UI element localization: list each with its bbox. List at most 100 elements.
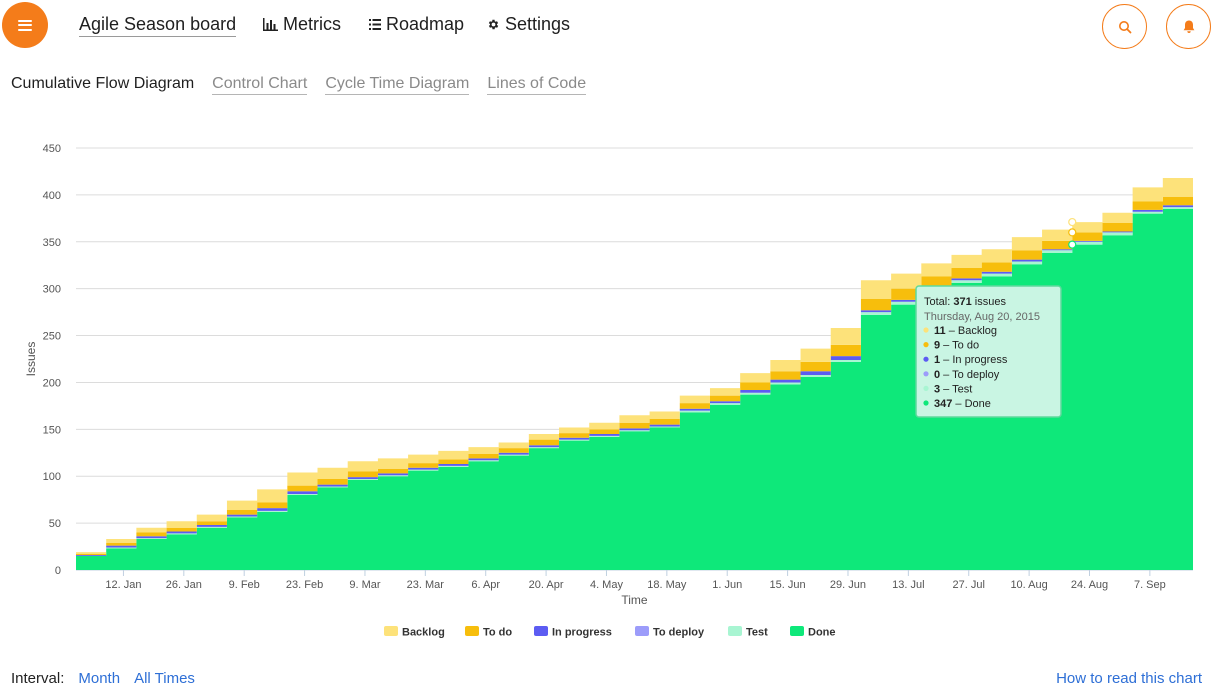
chart-tabs: Cumulative Flow Diagram Control Chart Cy… bbox=[11, 75, 587, 95]
nav-settings-label: Settings bbox=[505, 14, 571, 34]
y-tick-label: 0 bbox=[55, 565, 61, 577]
tooltip-row-dot bbox=[923, 327, 929, 333]
legend-label-done: Done bbox=[808, 627, 836, 639]
y-axis-label: Issues bbox=[24, 342, 38, 377]
x-tick-label: 1. Jun bbox=[712, 579, 742, 591]
tab-lines-of-code[interactable]: Lines of Code bbox=[487, 75, 587, 95]
nav-metrics[interactable]: Metrics bbox=[263, 14, 341, 35]
x-tick-label: 13. Jul bbox=[892, 579, 924, 591]
x-tick-label: 18. May bbox=[647, 579, 687, 591]
x-tick-label: 15. Jun bbox=[770, 579, 806, 591]
legend-swatch-backlog bbox=[384, 626, 398, 636]
y-tick-label: 100 bbox=[43, 471, 61, 483]
tooltip-row: 3 – Test bbox=[934, 383, 972, 395]
x-tick-label: 20. Apr bbox=[529, 579, 564, 591]
x-tick-label: 24. Aug bbox=[1071, 579, 1108, 591]
tooltip-row: 0 – To deploy bbox=[934, 369, 1000, 381]
legend-label-to-do: To do bbox=[483, 627, 512, 639]
x-tick-label: 23. Mar bbox=[407, 579, 445, 591]
bell-icon bbox=[1183, 20, 1194, 33]
y-tick-label: 150 bbox=[43, 424, 61, 436]
tooltip-marker bbox=[1068, 228, 1077, 237]
tooltip-row: 1 – In progress bbox=[934, 354, 1008, 366]
notifications-button[interactable] bbox=[1166, 4, 1211, 49]
tooltip-row-dot bbox=[923, 342, 929, 348]
legend-swatch-to-do bbox=[465, 626, 479, 636]
tab-cycle-time[interactable]: Cycle Time Diagram bbox=[325, 75, 470, 95]
y-tick-label: 450 bbox=[43, 143, 61, 155]
legend-label-in-progress: In progress bbox=[552, 627, 612, 639]
x-tick-label: 7. Sep bbox=[1134, 579, 1166, 591]
tooltip-row-dot bbox=[923, 385, 929, 391]
y-tick-label: 300 bbox=[43, 284, 61, 296]
tooltip-marker bbox=[1068, 240, 1077, 249]
tooltip-row: 9 – To do bbox=[934, 340, 979, 352]
tooltip-row-value: 347 bbox=[934, 398, 952, 410]
legend-label-to-deploy: To deploy bbox=[653, 627, 705, 639]
y-tick-label: 250 bbox=[43, 331, 61, 343]
tooltip-total-prefix: Total: bbox=[924, 296, 953, 308]
nav-board-label: Agile Season board bbox=[79, 14, 237, 34]
cumulative-flow-chart: 0 50 100 150 200 250 300 350 400 450 12. Jan 26. Ja… bbox=[24, 143, 1193, 639]
legend-label-test: Test bbox=[746, 627, 768, 639]
x-axis-label: Time bbox=[621, 593, 648, 607]
tab-cumulative-flow[interactable]: Cumulative Flow Diagram bbox=[11, 75, 194, 95]
x-tick-label: 26. Jan bbox=[166, 579, 202, 591]
tooltip-row-label: – In progress bbox=[940, 354, 1008, 366]
tooltip-row: 347 – Done bbox=[934, 398, 991, 410]
tooltip-row-label: – Test bbox=[940, 383, 972, 395]
nav-board[interactable]: Agile Season board bbox=[79, 14, 237, 37]
tooltip-row-label: – Backlog bbox=[946, 325, 997, 337]
tooltip-markers bbox=[1068, 217, 1077, 249]
tab-control-chart[interactable]: Control Chart bbox=[212, 75, 308, 95]
x-tick-label: 4. May bbox=[590, 579, 624, 591]
tooltip-row: 11 – Backlog bbox=[934, 325, 997, 337]
tooltip-row-label: – Done bbox=[952, 398, 991, 410]
x-tick-label: 23. Feb bbox=[286, 579, 323, 591]
search-button[interactable] bbox=[1102, 4, 1147, 49]
legend-swatch-in-progress bbox=[534, 626, 548, 636]
y-tick-label: 50 bbox=[49, 518, 61, 530]
x-tick-label: 6. Apr bbox=[471, 579, 500, 591]
nav-roadmap-label: Roadmap bbox=[386, 14, 465, 34]
menu-button[interactable] bbox=[2, 2, 48, 48]
legend: Backlog To do In progress To deploy Test Done bbox=[384, 626, 836, 639]
tooltip-row-label: – To do bbox=[940, 340, 979, 352]
nav-metrics-label: Metrics bbox=[283, 14, 341, 34]
tooltip-date: Thursday, Aug 20, 2015 bbox=[924, 311, 1040, 323]
x-tick-label: 10. Aug bbox=[1010, 579, 1047, 591]
x-tick-label: 12. Jan bbox=[105, 579, 141, 591]
hamburger-icon bbox=[18, 19, 32, 31]
how-to-read-link[interactable]: How to read this chart bbox=[1056, 670, 1202, 687]
nav-roadmap[interactable]: Roadmap bbox=[369, 14, 464, 35]
tooltip: Total: 371 issues Thursday, Aug 20, 2015 1… bbox=[915, 285, 1062, 418]
top-bar: Agile Season board Metrics Roadmap Setti… bbox=[0, 0, 1213, 52]
tooltip-total-suffix: issues bbox=[972, 296, 1007, 308]
interval-month-link[interactable]: Month bbox=[78, 670, 120, 687]
x-tick-label: 29. Jun bbox=[830, 579, 866, 591]
legend-label-backlog: Backlog bbox=[402, 627, 445, 639]
y-tick-label: 200 bbox=[43, 377, 61, 389]
y-tick-label: 400 bbox=[43, 190, 61, 202]
y-tick-label: 350 bbox=[43, 237, 61, 249]
gear-icon bbox=[488, 19, 499, 30]
tooltip-marker bbox=[1068, 217, 1077, 227]
legend-swatch-test bbox=[728, 626, 742, 636]
tooltip-total: Total: 371 issues bbox=[924, 296, 1006, 308]
tooltip-row-dot bbox=[923, 400, 929, 406]
nav-settings[interactable]: Settings bbox=[487, 14, 570, 35]
search-icon bbox=[1118, 20, 1131, 33]
interval-all-times-link[interactable]: All Times bbox=[134, 670, 195, 687]
interval-label: Interval: bbox=[11, 670, 65, 687]
tooltip-total-value: 371 bbox=[953, 296, 971, 308]
tooltip-row-dot bbox=[923, 371, 929, 377]
x-tick-label: 9. Feb bbox=[229, 579, 260, 591]
tooltip-row-label: – To deploy bbox=[940, 369, 1000, 381]
interval-selector: Interval: Month All Times bbox=[11, 670, 195, 687]
bar-chart-icon bbox=[263, 18, 278, 31]
tooltip-row-value: 11 bbox=[934, 325, 946, 337]
x-tick-label: 9. Mar bbox=[349, 579, 381, 591]
legend-swatch-to-deploy bbox=[635, 626, 649, 636]
tooltip-row-dot bbox=[923, 356, 929, 362]
list-icon bbox=[369, 19, 381, 30]
